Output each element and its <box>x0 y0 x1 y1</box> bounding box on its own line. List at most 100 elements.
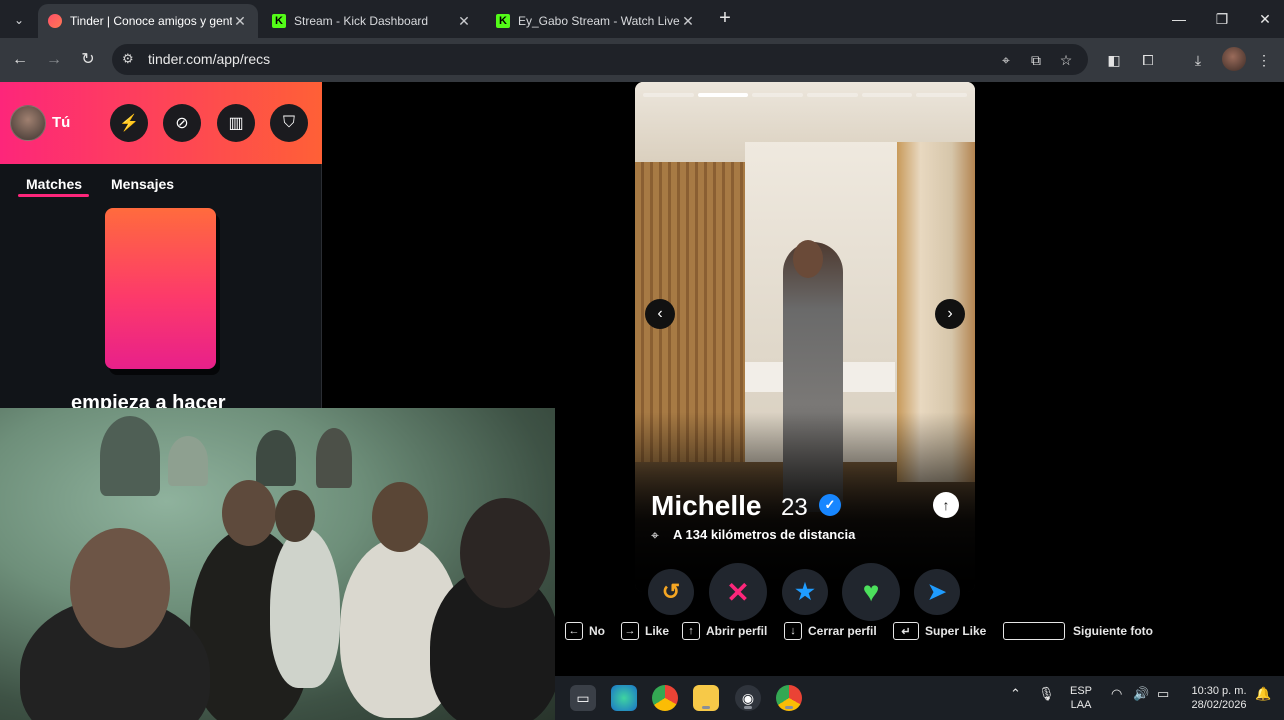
tab-search-chevron-icon[interactable]: ⌄ <box>8 9 30 31</box>
briefcase-icon[interactable]: ▥ <box>217 104 255 142</box>
close-icon[interactable]: ✕ <box>680 13 696 30</box>
windows-taskbar: ▭ ◉ ⌃ 🎙 ESP LAA ◠ 🔊 ▭ 10:30 p. m. 28/02/… <box>555 676 1284 720</box>
chrome-profile-icon[interactable] <box>776 685 802 711</box>
screen: ⌄ Tinder | Conoce amigos y gente ✕ K Str… <box>0 0 1284 720</box>
close-icon[interactable]: ✕ <box>232 13 248 30</box>
forward-arrow-icon[interactable]: → <box>42 48 66 72</box>
chevron-up-icon[interactable]: ⌃ <box>1010 686 1021 702</box>
volume-icon[interactable]: 🔊 <box>1133 686 1149 702</box>
close-x-icon: ✕ <box>726 576 750 608</box>
star-icon: ★ <box>795 579 815 604</box>
tab-messages[interactable]: Mensajes <box>111 176 174 192</box>
open-profile-arrow-icon[interactable]: ↑ <box>933 492 959 518</box>
tab-matches[interactable]: Matches <box>26 176 82 192</box>
menu-dots-icon[interactable]: ⋮ <box>1252 48 1276 72</box>
heart-icon: ♥ <box>862 576 880 607</box>
url-text[interactable]: tinder.com/app/recs <box>148 51 270 67</box>
address-bar[interactable]: ⚙ tinder.com/app/recs ⌖ ⧉ ☆ <box>112 44 1088 75</box>
location-pin-icon[interactable]: ⌖ <box>996 50 1016 70</box>
keyboard-language[interactable]: ESP LAA <box>1070 684 1092 712</box>
right-arrow-key-icon: → <box>621 622 639 640</box>
hint-super-like: ↵ Super Like <box>893 622 986 640</box>
wifi-icon[interactable]: ◠ <box>1111 686 1122 702</box>
hint-label: Abrir perfil <box>706 624 768 638</box>
boost-bolt-icon[interactable]: ⚡ <box>110 104 148 142</box>
browser-toolbar: ← → ↻ ⚙ tinder.com/app/recs ⌖ ⧉ ☆ ◧ ⧠ ⤓ … <box>0 38 1284 82</box>
bookmark-star-icon[interactable]: ☆ <box>1056 50 1076 70</box>
location-pin-icon: ⌖ <box>651 527 659 543</box>
previous-photo-arrow-icon[interactable]: ‹ <box>645 299 675 329</box>
photo-progress-segment[interactable] <box>643 93 694 97</box>
file-explorer-icon[interactable] <box>693 685 719 711</box>
shield-icon[interactable]: ⛉ <box>270 104 308 142</box>
browser-profile-avatar[interactable] <box>1222 47 1246 71</box>
left-arrow-key-icon: ← <box>565 622 583 640</box>
close-icon[interactable]: ✕ <box>456 13 472 30</box>
restore-icon[interactable]: ❐ <box>1207 8 1237 30</box>
running-indicator <box>785 706 793 709</box>
hint-like: → Like <box>621 622 669 640</box>
photo-progress-segment[interactable] <box>697 93 749 97</box>
tab-kick-stream[interactable]: K Ey_Gabo Stream - Watch Live o ✕ <box>486 4 706 38</box>
next-photo-arrow-icon[interactable]: › <box>935 299 965 329</box>
person-head <box>222 480 276 546</box>
notification-bell-icon[interactable]: 🔔 <box>1255 686 1271 702</box>
hint-next-photo: Siguiente foto <box>1003 622 1153 640</box>
hanging-cap <box>100 416 160 496</box>
photo-progress-segment[interactable] <box>916 93 968 97</box>
hint-label: Like <box>645 624 670 638</box>
hint-label: No <box>589 624 605 638</box>
like-button[interactable]: ♥ <box>842 563 900 621</box>
puzzle-extensions-icon[interactable]: ⧠ <box>1136 48 1160 72</box>
user-label[interactable]: Tú <box>52 114 70 131</box>
active-tab-indicator <box>18 194 89 197</box>
photo-progress-segment[interactable] <box>861 93 913 97</box>
clock[interactable]: 10:30 p. m. 28/02/2026 <box>1187 684 1251 712</box>
battery-icon[interactable]: ▭ <box>1157 686 1169 702</box>
language-code: ESP <box>1070 685 1093 697</box>
tab-tinder[interactable]: Tinder | Conoce amigos y gente ✕ <box>38 4 258 38</box>
profile-card[interactable]: ‹ › Michelle 23 ✓ ↑ ⌖ A 134 kilómetros d… <box>635 82 975 592</box>
clock-date: 28/02/2026 <box>1191 699 1247 711</box>
obs-icon[interactable]: ◉ <box>735 685 761 711</box>
running-indicator <box>744 706 752 709</box>
chrome-icon[interactable] <box>652 685 678 711</box>
clock-time: 10:30 p. m. <box>1191 685 1247 697</box>
hanging-cap <box>316 428 352 488</box>
rewind-button[interactable]: ↺ <box>648 569 694 615</box>
hint-label: Cerrar perfil <box>808 624 877 638</box>
super-like-button[interactable]: ★ <box>782 569 828 615</box>
send-arrow-icon: ➤ <box>927 579 947 604</box>
microphone-icon[interactable]: 🎙 <box>1038 686 1055 702</box>
reload-icon[interactable]: ↻ <box>76 48 100 72</box>
minimize-icon[interactable]: — <box>1164 8 1194 30</box>
nope-button[interactable]: ✕ <box>709 563 767 621</box>
task-view-icon[interactable]: ▭ <box>570 685 596 711</box>
photo-progress-segment[interactable] <box>807 93 858 97</box>
running-indicator <box>702 706 710 709</box>
person-head <box>70 528 170 648</box>
site-info-icon[interactable]: ⚙ <box>122 51 138 67</box>
kick-logo-icon: K <box>496 14 510 28</box>
new-tab-plus-icon[interactable]: + <box>714 8 736 30</box>
layout-code: LAA <box>1070 699 1092 711</box>
hint-label: Super Like <box>925 624 987 638</box>
extension-icon[interactable]: ◧ <box>1102 48 1126 72</box>
install-app-icon[interactable]: ⧉ <box>1026 50 1046 70</box>
avatar[interactable] <box>10 105 46 141</box>
person-head <box>460 498 550 608</box>
hint-label: Siguiente foto <box>1073 624 1153 638</box>
hanging-cap <box>168 436 208 486</box>
back-arrow-icon[interactable]: ← <box>8 48 32 72</box>
edge-icon[interactable] <box>611 685 637 711</box>
tinder-header: Tú ⚡ ⊘ ▥ ⛉ <box>0 82 322 164</box>
explore-compass-icon[interactable]: ⊘ <box>163 104 201 142</box>
boost-button[interactable]: ➤ <box>914 569 960 615</box>
tab-kick-dashboard[interactable]: K Stream - Kick Dashboard ✕ <box>262 4 482 38</box>
download-icon[interactable]: ⤓ <box>1186 48 1210 72</box>
person <box>270 528 340 688</box>
hint-close-profile: ↓ Cerrar perfil <box>784 622 877 640</box>
photo-progress-segment[interactable] <box>752 93 804 97</box>
window-close-icon[interactable]: ✕ <box>1250 8 1280 30</box>
down-arrow-key-icon: ↓ <box>784 622 802 640</box>
